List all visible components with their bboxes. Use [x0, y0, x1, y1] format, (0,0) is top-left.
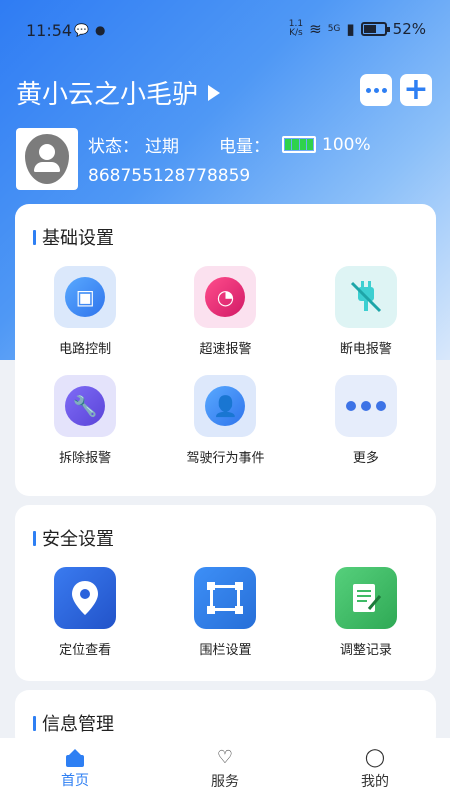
removal-alarm-item[interactable]: 🔧 拆除报警	[15, 375, 155, 466]
fence-settings-item[interactable]: 围栏设置	[155, 567, 295, 658]
nav-profile-label: 我的	[361, 773, 389, 790]
nav-home-label: 首页	[61, 772, 89, 789]
removal-alarm-label: 拆除报警	[59, 451, 112, 466]
circuit-control-item[interactable]: ▣ 电路控制	[15, 266, 155, 357]
info-management-title: 信息管理	[33, 710, 114, 736]
device-name-selector[interactable]: 黄小云之小毛驴	[16, 74, 221, 111]
chat-icon	[365, 87, 387, 93]
more-tile	[334, 375, 397, 437]
power-value: 100%	[322, 134, 371, 155]
nav-profile[interactable]: ◯ 我的	[300, 738, 450, 800]
status-time: 11:54	[26, 21, 73, 40]
adjust-records-label: 调整记录	[339, 643, 392, 658]
fence-settings-label: 围栏设置	[199, 643, 252, 658]
device-id: 868755128778859	[88, 166, 251, 186]
play-icon	[208, 84, 221, 101]
message-icon: ●	[94, 23, 106, 37]
status-indicators: 1.1 K/s ≋ 5G ▮ 52%	[289, 20, 426, 39]
plus-icon: +	[403, 72, 429, 107]
basic-settings-grid: ▣ 电路控制 ◔ 超速报警 断电报警 🔧 拆除报警 👤 驾驶行为事件 更多	[15, 266, 436, 466]
battery-level-icon	[282, 136, 316, 153]
power-cut-alarm-item[interactable]: 断电报警	[296, 266, 436, 357]
safety-settings-title: 安全设置	[33, 525, 114, 551]
person-pin-icon	[25, 134, 69, 184]
wrench-icon: 🔧	[65, 386, 106, 426]
safety-settings-grid: 定位查看 围栏设置 调整记录	[15, 567, 436, 658]
device-info: 状态： 过期 电量： 100% 868755128778859	[16, 128, 436, 192]
overspeed-alarm-tile: ◔	[194, 266, 257, 328]
adjust-records-tile	[334, 567, 397, 629]
monitor-icon: ▣	[65, 277, 106, 317]
power-cut-alarm-tile	[334, 266, 397, 328]
location-view-label: 定位查看	[59, 643, 112, 658]
device-status-line: 状态： 过期 电量： 100%	[88, 132, 371, 158]
battery-icon	[360, 22, 390, 36]
status-label: 状态：	[88, 137, 139, 157]
signal-icon: ▮	[346, 20, 355, 38]
nav-service[interactable]: ♡ 服务	[150, 738, 300, 800]
user-icon: ◯	[364, 746, 386, 768]
circuit-control-tile: ▣	[54, 266, 117, 328]
notepad-edit-icon	[352, 584, 381, 612]
fence-settings-tile	[194, 567, 257, 629]
status-bar: 11:54 💬 ● 1.1 K/s ≋ 5G ▮ 52%	[0, 0, 450, 60]
status-value: 过期	[145, 137, 179, 157]
circuit-control-label: 电路控制	[59, 342, 112, 357]
location-view-item[interactable]: 定位查看	[15, 567, 155, 658]
driver-icon: 👤	[205, 386, 246, 426]
network-speed-unit: K/s	[289, 28, 303, 38]
basic-settings-card: 基础设置 ▣ 电路控制 ◔ 超速报警 断电报警 🔧 拆除报警 👤 驾驶行为事件 …	[15, 204, 436, 496]
device-avatar[interactable]	[16, 128, 78, 190]
overspeed-alarm-item[interactable]: ◔ 超速报警	[155, 266, 295, 357]
fence-icon	[207, 582, 244, 614]
home-icon	[66, 748, 84, 767]
signal-label: 5G	[327, 24, 341, 34]
removal-alarm-tile: 🔧	[54, 375, 117, 437]
wechat-icon: 💬	[74, 23, 89, 37]
nav-home[interactable]: 首页	[0, 738, 150, 800]
power-cut-alarm-label: 断电报警	[339, 342, 392, 357]
more-label: 更多	[352, 451, 379, 466]
speedometer-icon: ◔	[205, 277, 246, 317]
location-pin-icon	[72, 581, 99, 615]
network-speed: 1.1 K/s	[289, 20, 303, 38]
driving-behavior-tile: 👤	[194, 375, 257, 437]
overspeed-alarm-label: 超速报警	[199, 342, 252, 357]
adjust-records-item[interactable]: 调整记录	[296, 567, 436, 658]
safety-settings-card: 安全设置 定位查看 围栏设置 调整记录	[15, 505, 436, 681]
more-dots-icon	[345, 401, 386, 411]
device-name: 黄小云之小毛驴	[16, 80, 199, 110]
power-label: 电量：	[219, 137, 270, 157]
message-button[interactable]	[360, 74, 392, 106]
basic-settings-title: 基础设置	[33, 224, 114, 250]
location-view-tile	[54, 567, 117, 629]
driving-behavior-item[interactable]: 👤 驾驶行为事件	[155, 375, 295, 466]
heart-icon: ♡	[216, 746, 234, 768]
header-actions: +	[360, 74, 432, 106]
plug-off-icon	[350, 281, 381, 313]
nav-service-label: 服务	[211, 773, 239, 790]
notification-icons: 💬 ●	[74, 21, 105, 39]
wifi-icon: ≋	[309, 20, 322, 38]
battery-percent: 52%	[392, 20, 426, 38]
bottom-nav: 首页 ♡ 服务 ◯ 我的	[0, 738, 450, 800]
more-item[interactable]: 更多	[296, 375, 436, 466]
add-device-button[interactable]: +	[400, 74, 432, 106]
driving-behavior-label: 驾驶行为事件	[186, 451, 265, 466]
